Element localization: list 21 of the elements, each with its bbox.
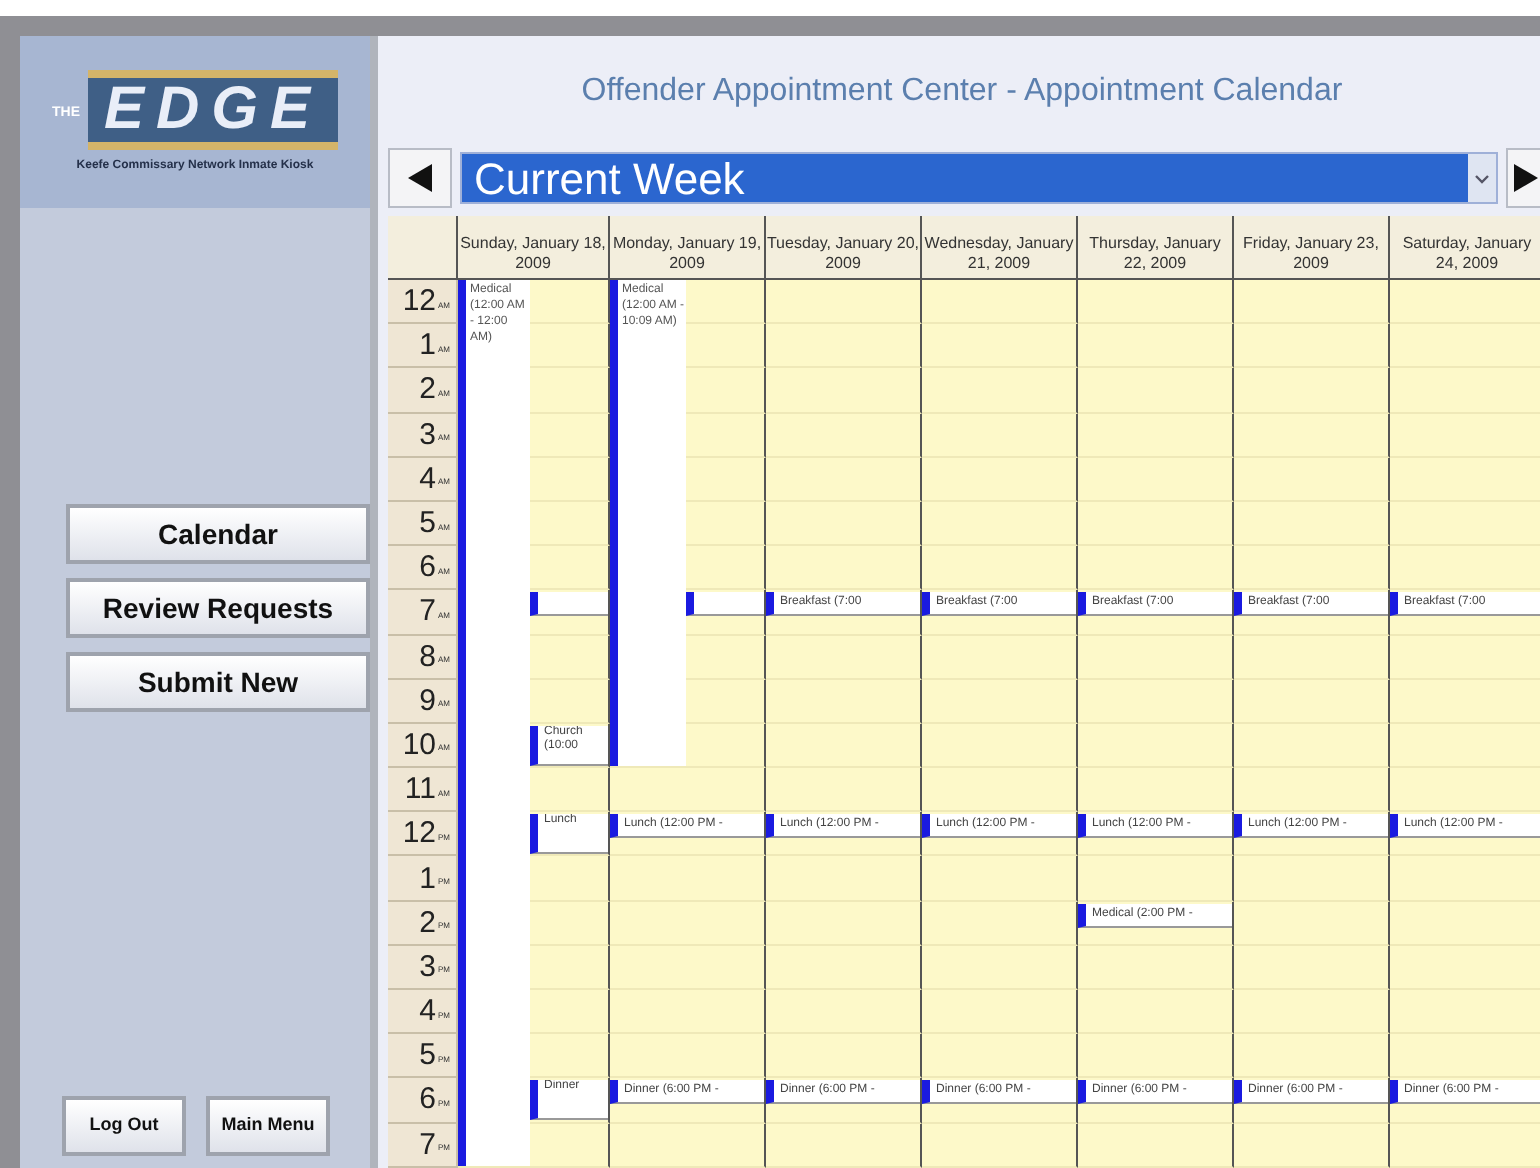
page-title: Offender Appointment Center - Appointment Calendar — [581, 72, 1343, 112]
appointment[interactable] — [686, 592, 764, 617]
chevron-down-icon — [1474, 173, 1490, 183]
day-header: Monday, January 19, 2009 — [610, 234, 764, 274]
day-header: Saturday, January 24, 2009 — [1400, 234, 1534, 274]
day-header: Thursday, January 22, 2009 — [1087, 234, 1223, 274]
previous-week-button[interactable] — [388, 148, 452, 208]
nav-button[interactable]: Calendar — [66, 504, 370, 564]
nav-button[interactable]: Review Requests — [66, 578, 370, 638]
next-week-button[interactable] — [1506, 148, 1540, 208]
day-header: Friday, January 23, 2009 — [1241, 234, 1381, 274]
day-header: Wednesday, January 21, 2009 — [922, 234, 1076, 274]
nav-button[interactable]: Submit New — [66, 652, 370, 712]
day-header: Tuesday, January 20, 2009 — [766, 234, 920, 274]
footer-button[interactable]: Log Out — [62, 1096, 186, 1156]
day-header: Sunday, January 18, 2009 — [458, 234, 608, 274]
footer-button[interactable]: Main Menu — [206, 1096, 330, 1156]
left-arrow-icon — [408, 164, 432, 192]
right-arrow-icon — [1514, 164, 1538, 192]
week-dropdown[interactable]: Current Week — [460, 152, 1498, 204]
appointment[interactable] — [530, 592, 608, 617]
